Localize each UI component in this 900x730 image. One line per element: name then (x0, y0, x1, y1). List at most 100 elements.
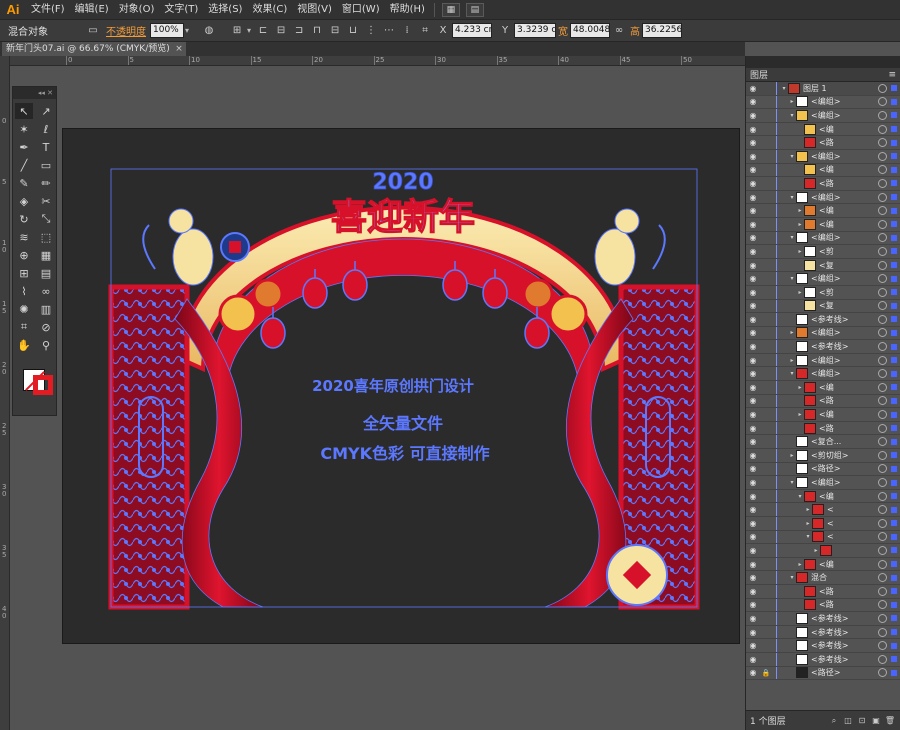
layer-name[interactable]: 混合 (811, 572, 878, 583)
layer-name[interactable]: <复合... (811, 436, 878, 447)
layer-row[interactable]: ◉ <路 (746, 136, 900, 150)
transform-icon[interactable]: ⌗ (418, 24, 432, 38)
layer-name[interactable]: <路 (819, 395, 878, 406)
visibility-eye-icon[interactable]: ◉ (746, 492, 760, 501)
chevron-right-icon[interactable]: ▸ (788, 98, 796, 105)
menu-view[interactable]: 视图(V) (292, 0, 337, 20)
layer-row[interactable]: ◉ <路 (746, 421, 900, 436)
target-icon[interactable] (878, 192, 887, 202)
recolor-icon[interactable]: ◍ (202, 24, 216, 38)
visibility-eye-icon[interactable]: ◉ (746, 478, 760, 487)
target-icon[interactable] (878, 314, 887, 324)
selection-indicator[interactable] (891, 452, 897, 459)
selection-indicator[interactable] (891, 112, 897, 119)
layer-name[interactable]: <路 (819, 599, 878, 610)
layer-row[interactable]: ◉ ▸ <编 (746, 408, 900, 422)
visibility-eye-icon[interactable]: ◉ (746, 424, 760, 433)
chevron-right-icon[interactable]: ▸ (788, 452, 796, 459)
target-icon[interactable] (878, 600, 887, 610)
layer-row[interactable]: ◉ ▸ <编组> (746, 326, 900, 341)
layer-row[interactable]: ◉ <编 (746, 122, 900, 137)
vertical-ruler[interactable]: 0 5 1 0 1 5 2 0 2 5 3 0 3 5 4 0 (0, 56, 10, 730)
selection-indicator[interactable] (891, 194, 897, 201)
chevron-down-icon[interactable]: ▾ (788, 153, 796, 160)
selection-indicator[interactable] (891, 234, 897, 241)
target-icon[interactable] (878, 260, 887, 270)
layers-panel-title[interactable]: 图层 (750, 68, 768, 81)
layer-row[interactable]: ◉ ▸ <剪 (746, 285, 900, 300)
selection-indicator[interactable] (891, 588, 897, 595)
hand-tool[interactable]: ✋ (15, 337, 33, 353)
layer-name[interactable]: < (827, 532, 878, 541)
layer-row[interactable]: ◉ ▸ <编 (746, 217, 900, 232)
target-icon[interactable] (878, 206, 887, 216)
paintbrush-tool[interactable]: ✎ (15, 175, 33, 191)
fill-stroke-swatch[interactable] (15, 361, 54, 397)
align-left-icon[interactable]: ⊏ (256, 24, 270, 38)
chevron-down-icon[interactable]: ▾ (788, 275, 796, 282)
selection-indicator[interactable] (891, 561, 897, 568)
selection-indicator[interactable] (891, 302, 897, 309)
target-icon[interactable] (878, 124, 887, 134)
chevron-down-icon[interactable]: ▾ (788, 234, 796, 241)
chevron-down-icon[interactable]: ▾ (788, 194, 796, 201)
delete-layer-icon[interactable]: 🗑 (884, 716, 896, 725)
layer-name[interactable]: <编 (819, 205, 878, 216)
target-icon[interactable] (878, 382, 887, 392)
visibility-eye-icon[interactable]: ◉ (746, 206, 760, 215)
pencil-tool[interactable]: ✏ (37, 175, 55, 191)
layer-row[interactable]: ◉ ▸ < (746, 517, 900, 531)
visibility-eye-icon[interactable]: ◉ (746, 274, 760, 283)
direct-selection-tool[interactable]: ↗ (37, 103, 55, 119)
layer-row[interactable]: ◉ <参考线> (746, 625, 900, 640)
layer-row[interactable]: ◉ ▸ <编 (746, 381, 900, 395)
artboard-tool[interactable]: ⌗ (15, 319, 33, 335)
stroke-swatch[interactable] (33, 375, 53, 395)
new-sublayer-icon[interactable]: ⊡ (856, 716, 868, 725)
layer-name[interactable]: <编组> (811, 355, 878, 366)
zoom-tool[interactable]: ⚲ (37, 337, 55, 353)
selection-indicator[interactable] (891, 166, 897, 173)
selection-indicator[interactable] (891, 384, 897, 391)
target-icon[interactable] (878, 151, 887, 161)
target-icon[interactable] (878, 573, 887, 583)
visibility-eye-icon[interactable]: ◉ (746, 519, 760, 528)
layer-row[interactable]: ◉ <参考线> (746, 612, 900, 626)
visibility-eye-icon[interactable]: ◉ (746, 328, 760, 337)
visibility-eye-icon[interactable]: ◉ (746, 233, 760, 242)
menu-type[interactable]: 文字(T) (159, 0, 203, 20)
layer-row[interactable]: ◉ <路 (746, 394, 900, 409)
chevron-down-icon[interactable]: ▾ (788, 479, 796, 486)
layer-name[interactable]: <路 (819, 423, 878, 434)
layer-name[interactable]: <路径> (811, 463, 878, 474)
tools-panel-header[interactable]: ◂◂ ✕ (13, 87, 56, 99)
selection-indicator[interactable] (891, 574, 897, 581)
layer-row[interactable]: ◉ 🔒 <路径> (746, 666, 900, 681)
layer-row[interactable]: ◉ <路 (746, 584, 900, 599)
layer-name[interactable]: <剪 (819, 246, 878, 257)
layer-row[interactable]: ◉ <参考线> (746, 652, 900, 667)
layer-row[interactable]: ◉ <参考线> (746, 313, 900, 327)
chevron-right-icon[interactable]: ▸ (804, 506, 812, 513)
target-icon[interactable] (878, 410, 887, 420)
layer-name[interactable]: 图层 1 (803, 83, 878, 94)
opacity-input[interactable]: 100% (150, 23, 184, 38)
visibility-eye-icon[interactable]: ◉ (746, 288, 760, 297)
slice-tool[interactable]: ⊘ (37, 319, 55, 335)
new-layer-icon[interactable]: ▣ (870, 716, 882, 725)
layer-name[interactable]: <编 (819, 219, 878, 230)
layer-name[interactable]: <剪 (819, 287, 878, 298)
chevron-down-icon[interactable]: ▾ (185, 26, 189, 35)
target-icon[interactable] (878, 450, 887, 460)
canvas-area[interactable]: 2020 喜迎新年 2020喜年原创拱门设计 全矢量文件 CMYK色彩 可直接制… (10, 66, 745, 730)
visibility-eye-icon[interactable]: ◉ (746, 383, 760, 392)
visibility-eye-icon[interactable]: ◉ (746, 342, 760, 351)
align-top-icon[interactable]: ⊓ (310, 24, 324, 38)
layer-name[interactable]: <复 (819, 260, 878, 271)
selection-indicator[interactable] (891, 357, 897, 364)
target-icon[interactable] (878, 586, 887, 596)
layer-row[interactable]: ◉ <参考线> (746, 639, 900, 653)
target-icon[interactable] (878, 532, 887, 542)
selection-indicator[interactable] (891, 98, 897, 105)
selection-indicator[interactable] (891, 343, 897, 350)
